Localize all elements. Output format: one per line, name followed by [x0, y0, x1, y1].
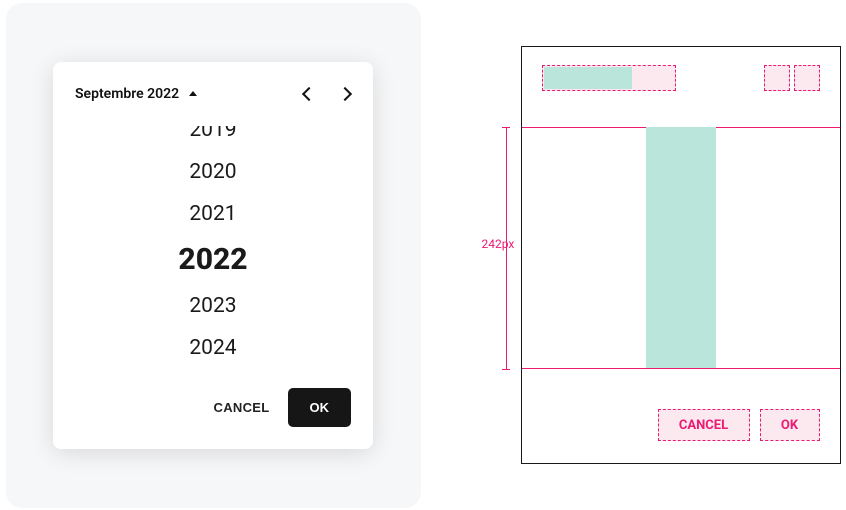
spec-nav-slot — [764, 65, 820, 93]
year-option-selected[interactable]: 2022 — [178, 235, 247, 285]
year-list[interactable]: 2019 2020 2021 2022 2023 2024 2025 — [53, 126, 373, 368]
year-option[interactable]: 2019 — [178, 126, 247, 151]
spec-frame: CANCEL OK 242px — [521, 46, 841, 464]
dimension-tick — [502, 127, 510, 128]
ok-button[interactable]: OK — [288, 388, 352, 427]
dimension-label: 242px — [482, 237, 515, 251]
spec-prev-slot — [764, 65, 790, 91]
year-option[interactable]: 2020 — [178, 151, 247, 193]
month-year-label: Septembre 2022 — [75, 86, 179, 102]
spec-next-slot — [794, 65, 820, 91]
prev-month-button[interactable] — [291, 76, 327, 112]
chevron-right-icon — [338, 86, 352, 100]
picker-header: Septembre 2022 — [53, 62, 373, 126]
spec-ok-slot: OK — [760, 409, 820, 441]
spec-panel: CANCEL OK 242px — [461, 3, 841, 508]
year-option[interactable]: 2023 — [178, 285, 247, 327]
spec-cancel-slot: CANCEL — [658, 409, 750, 441]
spec-footer: CANCEL OK — [658, 409, 820, 441]
year-picker-dialog: Septembre 2022 2019 2020 2021 2022 2023 … — [53, 62, 373, 449]
picker-footer: CANCEL OK — [53, 368, 373, 449]
dimension-tick — [502, 369, 510, 370]
caret-up-icon — [189, 91, 197, 96]
spec-year-column — [646, 127, 716, 369]
example-panel: Septembre 2022 2019 2020 2021 2022 2023 … — [6, 3, 421, 508]
spec-title-text-region — [544, 67, 632, 89]
spec-header — [542, 65, 820, 93]
month-year-toggle[interactable]: Septembre 2022 — [75, 86, 197, 102]
spec-body — [522, 127, 840, 369]
year-option[interactable]: 2021 — [178, 193, 247, 235]
chevron-left-icon — [302, 86, 316, 100]
year-option[interactable]: 2024 — [178, 327, 247, 368]
spec-bottom-line — [522, 368, 840, 369]
next-month-button[interactable] — [327, 76, 363, 112]
month-nav — [291, 76, 363, 112]
spec-title-slot — [542, 65, 676, 91]
cancel-button[interactable]: CANCEL — [214, 400, 270, 415]
